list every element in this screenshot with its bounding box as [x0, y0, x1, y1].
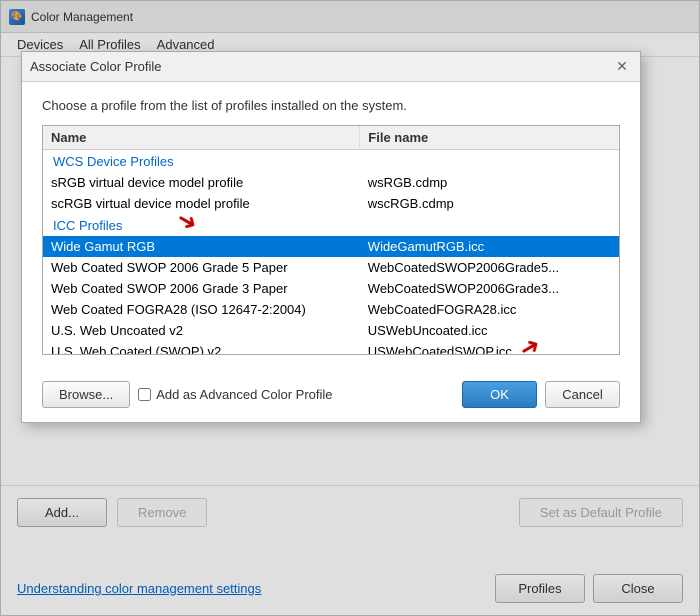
browse-button[interactable]: Browse... — [42, 381, 130, 408]
table-row[interactable]: Wide Gamut RGBWideGamutRGB.icc — [43, 236, 619, 257]
table-row[interactable]: Web Coated FOGRA28 (ISO 12647-2:2004)Web… — [43, 299, 619, 320]
table-row[interactable]: U.S. Web Coated (SWOP) v2USWebCoatedSWOP… — [43, 341, 619, 355]
dialog-bottom: Browse... Add as Advanced Color Profile … — [22, 371, 640, 422]
dialog-body: Choose a profile from the list of profil… — [22, 82, 640, 371]
ok-button[interactable]: OK — [462, 381, 537, 408]
profile-list[interactable]: Name File name WCS Device ProfilessRGB v… — [42, 125, 620, 355]
advanced-color-profile-text: Add as Advanced Color Profile — [156, 387, 332, 402]
table-row[interactable]: Web Coated SWOP 2006 Grade 5 PaperWebCoa… — [43, 257, 619, 278]
column-header-name: Name — [43, 126, 360, 150]
table-row[interactable]: ICC Profiles — [43, 214, 619, 236]
advanced-color-profile-checkbox[interactable] — [138, 388, 151, 401]
profile-table: Name File name WCS Device ProfilessRGB v… — [43, 126, 619, 355]
table-row[interactable]: scRGB virtual device model profilewscRGB… — [43, 193, 619, 214]
main-window: 🎨 Color Management Devices All Profiles … — [0, 0, 700, 616]
table-row[interactable]: sRGB virtual device model profilewsRGB.c… — [43, 172, 619, 193]
advanced-color-profile-label[interactable]: Add as Advanced Color Profile — [138, 387, 332, 402]
table-row[interactable]: U.S. Web Uncoated v2USWebUncoated.icc — [43, 320, 619, 341]
dialog-description: Choose a profile from the list of profil… — [42, 98, 620, 113]
cancel-button[interactable]: Cancel — [545, 381, 620, 408]
dialog-close-button[interactable]: ✕ — [612, 57, 632, 77]
associate-color-profile-dialog: Associate Color Profile ✕ Choose a profi… — [21, 51, 641, 423]
column-header-file: File name — [360, 126, 619, 150]
dialog-title-bar: Associate Color Profile ✕ — [22, 52, 640, 82]
table-row[interactable]: Web Coated SWOP 2006 Grade 3 PaperWebCoa… — [43, 278, 619, 299]
table-row[interactable]: WCS Device Profiles — [43, 150, 619, 173]
dialog-title: Associate Color Profile — [30, 59, 612, 74]
